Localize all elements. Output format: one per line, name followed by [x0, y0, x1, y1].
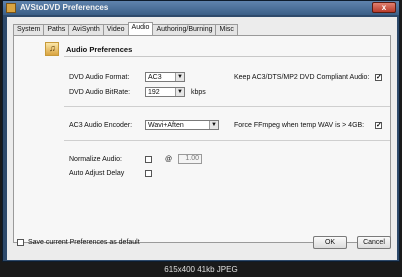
dvd-audio-bitrate-label: DVD Audio BitRate:	[69, 89, 131, 96]
save-default-label: Save current Preferences as default	[28, 239, 140, 246]
dialog-client-area: System Paths AviSynth Video Audio Author…	[7, 17, 397, 260]
tab-strip: System Paths AviSynth Video Audio Author…	[13, 22, 238, 35]
ac3-encoder-label: AC3 Audio Encoder:	[69, 122, 133, 129]
bitrate-unit-label: kbps	[191, 89, 206, 96]
normalize-at-label: @	[165, 156, 173, 163]
image-caption: 615x400 41kb JPEG	[164, 265, 238, 274]
dvd-audio-format-select[interactable]: AC3 ▼	[145, 72, 185, 82]
chevron-down-icon: ▼	[209, 121, 218, 129]
tab-system[interactable]: System	[13, 24, 45, 35]
app-icon	[6, 3, 16, 13]
close-button[interactable]: x	[372, 2, 396, 13]
normalize-audio-checkbox[interactable]	[145, 156, 152, 163]
dvd-audio-bitrate-select[interactable]: 192 ▼	[145, 87, 185, 97]
section-divider	[64, 56, 390, 57]
tab-misc[interactable]: Misc	[215, 24, 238, 35]
title-bar: AVStoDVD Preferences x	[3, 1, 399, 15]
section-title: Audio Preferences	[66, 45, 133, 54]
cancel-button[interactable]: Cancel	[357, 236, 391, 249]
tab-video[interactable]: Video	[102, 24, 129, 35]
keep-compliant-audio-label: Keep AC3/DTS/MP2 DVD Compliant Audio:	[234, 74, 370, 81]
separator	[64, 106, 390, 107]
auto-adjust-delay-label: Auto Adjust Delay	[69, 170, 125, 177]
normalize-audio-label: Normalize Audio:	[69, 156, 122, 163]
force-ffmpeg-label: Force FFmpeg when temp WAV is > 4GB:	[234, 122, 365, 129]
force-ffmpeg-checkbox[interactable]: ✓	[375, 122, 382, 129]
ac3-encoder-value: Wavi+Aften	[148, 122, 184, 129]
tab-audio[interactable]: Audio	[127, 22, 154, 35]
audio-preferences-icon	[45, 42, 59, 56]
ac3-encoder-select[interactable]: Wavi+Aften ▼	[145, 120, 219, 130]
preferences-window: AVStoDVD Preferences x System Paths AviS…	[2, 0, 400, 262]
chevron-down-icon: ▼	[175, 73, 184, 81]
save-default-checkbox[interactable]	[17, 239, 24, 246]
separator	[64, 140, 390, 141]
tab-authoring-burning[interactable]: Authoring/Burning	[152, 24, 217, 35]
ok-button[interactable]: OK	[313, 236, 347, 249]
keep-compliant-audio-checkbox[interactable]: ✓	[375, 74, 382, 81]
tab-avisynth[interactable]: AviSynth	[68, 24, 104, 35]
window-title: AVStoDVD Preferences	[20, 3, 109, 12]
dvd-audio-format-label: DVD Audio Format:	[69, 74, 130, 81]
auto-adjust-delay-checkbox[interactable]	[145, 170, 152, 177]
dvd-audio-bitrate-value: 192	[148, 89, 160, 96]
dvd-audio-format-value: AC3	[148, 74, 162, 81]
audio-tab-panel: Audio Preferences DVD Audio Format: AC3 …	[13, 35, 391, 243]
tab-paths[interactable]: Paths	[43, 24, 70, 35]
chevron-down-icon: ▼	[175, 88, 184, 96]
normalize-level-input[interactable]: 1.00	[178, 154, 202, 164]
